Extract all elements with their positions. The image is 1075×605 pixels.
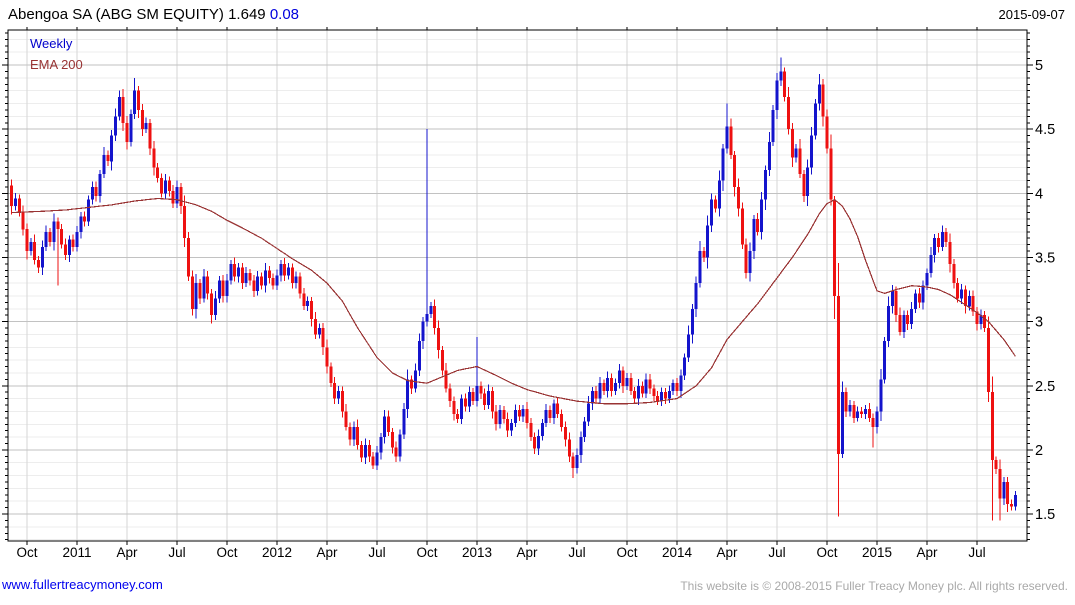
x-tick-label: Oct (16, 545, 37, 560)
y-tick-label: 4.5 (1035, 122, 1055, 138)
x-tick-label: Oct (216, 545, 237, 560)
x-tick-label: Oct (816, 545, 837, 560)
x-tick-label: Apr (716, 545, 738, 560)
y-tick-label: 4 (1035, 186, 1043, 202)
gridlines-minor (8, 39, 1027, 539)
footer-copyright: This website is © 2008-2015 Fuller Treac… (680, 579, 1068, 593)
y-tick-label: 1.5 (1035, 507, 1055, 523)
price-chart-svg: Oct 2011 Apr Jul Oct 2012 Apr Jul Oct 2013 Apr Jul O… (0, 0, 1075, 600)
x-tick-label: 2014 (662, 545, 693, 560)
x-axis-labels: Oct 2011 Apr Jul Oct 2012 Apr Jul Oct 2013 Apr Jul O… (16, 545, 985, 560)
x-tick-label: Oct (416, 545, 437, 560)
x-tick-label: Apr (516, 545, 538, 560)
y-tick-label: 3.5 (1035, 251, 1055, 267)
x-tick-label: Apr (316, 545, 338, 560)
axis-ticks (2, 27, 1033, 545)
x-tick-label: 2015 (862, 545, 892, 560)
y-tick-label: 2.5 (1035, 379, 1055, 395)
chart-plot-area[interactable]: Oct 2011 Apr Jul Oct 2012 Apr Jul Oct 2013 Apr Jul O… (0, 0, 1075, 600)
x-tick-label: Apr (916, 545, 938, 560)
gridlines-major (8, 65, 1027, 514)
x-tick-label: Jul (168, 545, 185, 560)
x-tick-label: Jul (568, 545, 585, 560)
y-tick-label: 2 (1035, 443, 1043, 459)
x-tick-label: Jul (968, 545, 985, 560)
x-tick-label: 2012 (262, 545, 292, 560)
legend-ema-label: EMA 200 (30, 54, 83, 75)
x-tick-label: Jul (768, 545, 785, 560)
candles (10, 57, 1017, 520)
footer-link[interactable]: www.fullertreacymoney.com (2, 577, 163, 592)
x-tick-label: 2013 (462, 545, 492, 560)
legend-weekly-label: Weekly (30, 33, 83, 54)
x-tick-label: 2011 (62, 545, 91, 560)
x-tick-label: Apr (116, 545, 138, 560)
chart-legend: Weekly EMA 200 (30, 33, 83, 75)
x-tick-label: Oct (616, 545, 637, 560)
y-axis-labels: 1.5 2 2.5 3 3.5 4 4.5 5 (1035, 58, 1055, 523)
x-tick-label: Jul (368, 545, 385, 560)
y-tick-label: 5 (1035, 58, 1043, 74)
plot-border (8, 30, 1027, 541)
y-tick-label: 3 (1035, 315, 1043, 331)
